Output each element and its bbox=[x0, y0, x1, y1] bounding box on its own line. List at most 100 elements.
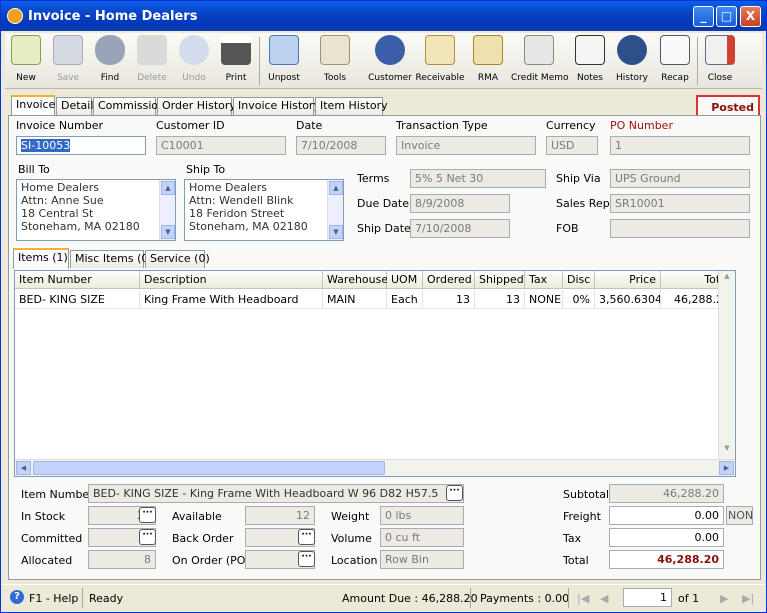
in-stock-lookup-button[interactable]: ··· bbox=[139, 507, 156, 523]
column-header[interactable]: Ordered bbox=[423, 271, 475, 289]
terms-field[interactable]: 5% 5 Net 30 bbox=[410, 169, 546, 188]
next-record-icon[interactable]: ▶ bbox=[720, 592, 728, 605]
po-number-field[interactable]: 1 bbox=[610, 136, 750, 155]
scroll-down-icon[interactable]: ▼ bbox=[161, 225, 175, 239]
scroll-left-icon[interactable]: ◀ bbox=[16, 461, 31, 475]
column-header[interactable]: Disc bbox=[563, 271, 595, 289]
print-button[interactable]: Print bbox=[217, 35, 255, 87]
delete-button[interactable]: Delete bbox=[133, 35, 171, 87]
column-header[interactable]: Warehouse bbox=[323, 271, 388, 289]
close-button[interactable]: Close bbox=[701, 35, 739, 87]
freight-tax-code[interactable]: NON bbox=[726, 506, 753, 525]
close-window-button[interactable]: X bbox=[740, 6, 761, 27]
tools-icon bbox=[320, 35, 350, 65]
unpost-button[interactable]: Unpost bbox=[263, 35, 305, 87]
available-field[interactable]: 12 bbox=[245, 506, 315, 525]
column-header[interactable]: Description bbox=[140, 271, 323, 289]
tools-button[interactable]: Tools bbox=[309, 35, 361, 87]
volume-field[interactable]: 0 cu ft bbox=[380, 528, 464, 547]
back-order-label: Back Order bbox=[172, 532, 234, 545]
help-hint[interactable]: F1 - Help bbox=[29, 592, 78, 605]
tab-items[interactable]: Items (1) bbox=[13, 248, 69, 269]
column-header[interactable]: Item Number bbox=[15, 271, 140, 289]
rma-button[interactable]: RMA bbox=[469, 35, 507, 87]
customer-id-field[interactable]: C10001 bbox=[156, 136, 286, 155]
committed-lookup-button[interactable]: ··· bbox=[139, 529, 156, 545]
minimize-button[interactable]: _ bbox=[693, 6, 714, 27]
cell-tax[interactable]: NONE bbox=[525, 290, 563, 309]
scroll-down-icon[interactable]: ▼ bbox=[329, 225, 343, 239]
new-icon bbox=[11, 35, 41, 65]
freight-field[interactable]: 0.00 bbox=[609, 506, 724, 525]
previous-record-icon[interactable]: ◀ bbox=[600, 592, 608, 605]
due-date-field[interactable]: 8/9/2008 bbox=[410, 194, 510, 213]
ship-to-scrollbar[interactable]: ▲ ▼ bbox=[327, 180, 343, 240]
column-header[interactable]: Tax bbox=[525, 271, 563, 289]
cell-disc[interactable]: 0% bbox=[563, 290, 595, 309]
grid-horizontal-scrollbar[interactable]: ◀ ▶ bbox=[15, 459, 735, 476]
total-field: 46,288.20 bbox=[609, 550, 724, 569]
history-button[interactable]: History bbox=[611, 35, 653, 87]
cell-item-number[interactable]: BED- KING SIZE bbox=[15, 290, 140, 309]
maximize-button[interactable]: □ bbox=[716, 6, 737, 27]
page-number-input[interactable]: 1 bbox=[623, 588, 672, 607]
item-number-field[interactable]: BED- KING SIZE - King Frame With Headboa… bbox=[88, 484, 464, 503]
scroll-up-icon[interactable]: ▲ bbox=[329, 181, 343, 195]
undo-button[interactable]: Undo bbox=[175, 35, 213, 87]
scroll-down-icon[interactable]: ▼ bbox=[720, 444, 734, 458]
cell-shipped[interactable]: 13 bbox=[475, 290, 525, 309]
ship-to-address[interactable]: Home Dealers Attn: Wendell Blink 18 Ferido… bbox=[184, 179, 344, 241]
fob-field[interactable] bbox=[610, 219, 750, 238]
allocated-field[interactable]: 8 bbox=[88, 550, 156, 569]
column-header[interactable]: Price bbox=[595, 271, 661, 289]
cell-uom[interactable]: Each bbox=[387, 290, 423, 309]
notes-button[interactable]: Notes bbox=[571, 35, 609, 87]
ship-date-field[interactable]: 7/10/2008 bbox=[410, 219, 510, 238]
scroll-up-icon[interactable]: ▲ bbox=[720, 272, 734, 286]
customer-button[interactable]: Customer bbox=[365, 35, 415, 87]
transaction-type-label: Transaction Type bbox=[396, 119, 488, 132]
tab-service[interactable]: Service (0) bbox=[145, 250, 210, 268]
title-bar[interactable]: Invoice - Home Dealers _ □ X bbox=[1, 1, 766, 31]
tab-order-history[interactable]: Order History bbox=[157, 97, 236, 115]
cell-warehouse[interactable]: MAIN bbox=[323, 290, 387, 309]
tab-detail[interactable]: Detail bbox=[56, 97, 93, 115]
grid-vertical-scrollbar[interactable]: ▲ ▼ bbox=[718, 271, 735, 459]
find-button[interactable]: Find bbox=[91, 35, 129, 87]
bill-to-scrollbar[interactable]: ▲ ▼ bbox=[159, 180, 175, 240]
scroll-thumb[interactable] bbox=[33, 461, 385, 475]
on-order-lookup-button[interactable]: ··· bbox=[298, 551, 315, 567]
back-order-lookup-button[interactable]: ··· bbox=[298, 529, 315, 545]
column-header[interactable]: Shipped bbox=[475, 271, 525, 289]
tab-commission[interactable]: Commission bbox=[93, 97, 165, 115]
item-lookup-button[interactable]: ··· bbox=[446, 485, 463, 501]
scroll-up-icon[interactable]: ▲ bbox=[161, 181, 175, 195]
receivable-button[interactable]: Receivable bbox=[415, 35, 465, 87]
close-icon bbox=[705, 35, 735, 65]
scroll-right-icon[interactable]: ▶ bbox=[719, 461, 734, 475]
save-button[interactable]: Save bbox=[49, 35, 87, 87]
ship-via-field[interactable]: UPS Ground bbox=[610, 169, 750, 188]
tab-item-history[interactable]: Item History bbox=[315, 97, 388, 115]
first-record-icon[interactable]: |◀ bbox=[577, 592, 589, 605]
cell-description[interactable]: King Frame With Headboard bbox=[140, 290, 323, 309]
invoice-number-field[interactable]: SI-10053 bbox=[16, 136, 146, 155]
new-button[interactable]: New bbox=[7, 35, 45, 87]
location-field[interactable]: Row Bin bbox=[380, 550, 464, 569]
cell-price[interactable]: 3,560.6304 bbox=[595, 290, 661, 309]
credit-memo-button[interactable]: Credit Memo bbox=[511, 35, 569, 87]
tab-invoice-history[interactable]: Invoice History bbox=[233, 97, 320, 115]
date-field[interactable]: 7/10/2008 bbox=[296, 136, 386, 155]
weight-field[interactable]: 0 lbs bbox=[380, 506, 464, 525]
bill-to-address[interactable]: Home Dealers Attn: Anne Sue 18 Central St S… bbox=[16, 179, 176, 241]
currency-field[interactable]: USD bbox=[546, 136, 598, 155]
transaction-type-field[interactable]: Invoice bbox=[396, 136, 536, 155]
sales-rep-field[interactable]: SR10001 bbox=[610, 194, 750, 213]
toolbar: New Save Find Delete Undo Print Unpost T… bbox=[5, 33, 762, 89]
last-record-icon[interactable]: ▶| bbox=[742, 592, 754, 605]
tab-invoice[interactable]: Invoice bbox=[11, 95, 55, 116]
column-header[interactable]: UOM bbox=[387, 271, 423, 289]
recap-button[interactable]: Recap bbox=[655, 35, 695, 87]
tab-misc-items[interactable]: Misc Items (0) bbox=[70, 250, 153, 268]
cell-ordered[interactable]: 13 bbox=[423, 290, 475, 309]
